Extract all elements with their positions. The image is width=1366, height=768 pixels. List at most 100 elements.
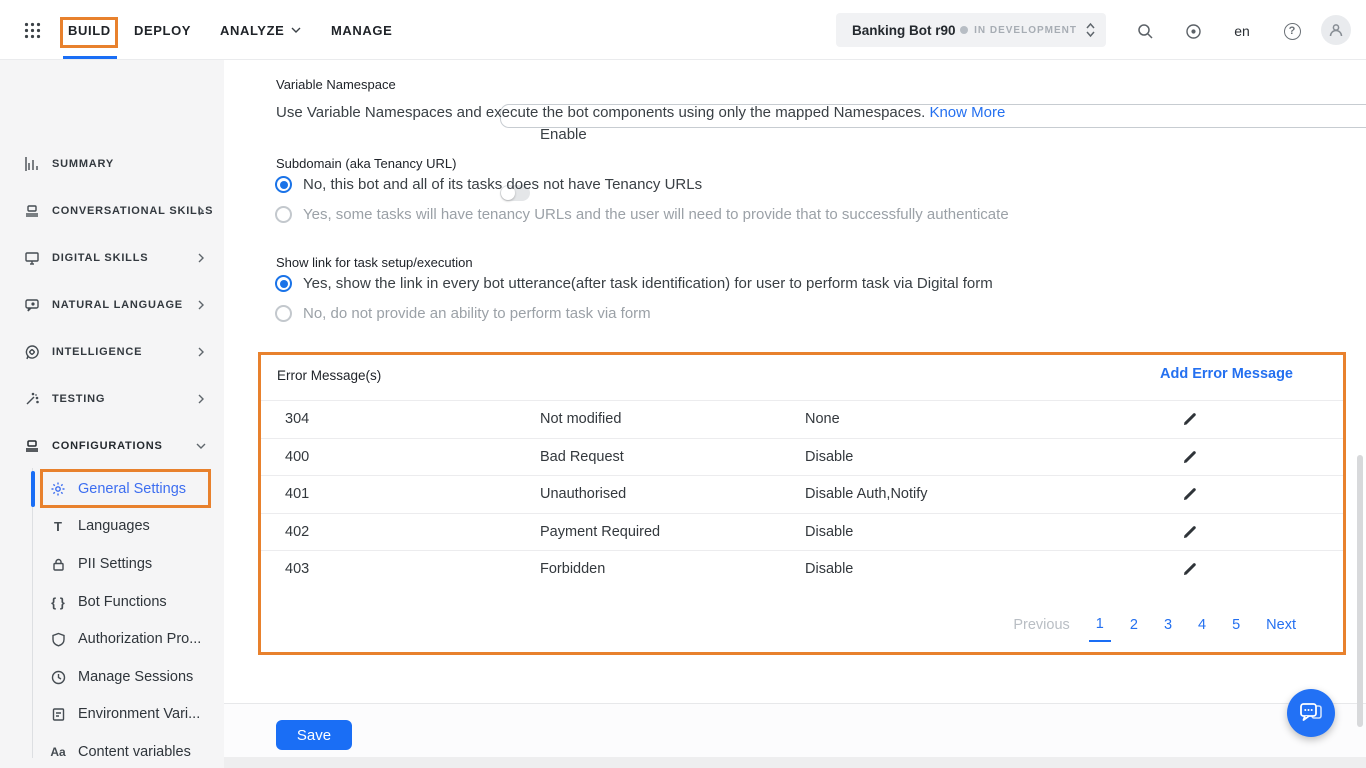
pagination-previous[interactable]: Previous xyxy=(1013,617,1069,633)
sidebar-item-intelligence[interactable]: INTELLIGENCE xyxy=(0,328,224,375)
chevron-right-icon xyxy=(196,300,206,310)
sidebar-item-conversational-skills[interactable]: CONVERSATIONAL SKILLS xyxy=(0,187,224,234)
chat-fab-button[interactable] xyxy=(1287,689,1335,737)
error-name: Not modified xyxy=(540,411,621,427)
chevron-down-icon xyxy=(291,25,301,35)
sort-chevrons-icon xyxy=(1085,22,1096,38)
subdomain-label: Subdomain (aka Tenancy URL) xyxy=(276,156,456,171)
main-content: Variable Namespace Use Variable Namespac… xyxy=(224,60,1366,768)
search-icon[interactable] xyxy=(1134,20,1156,42)
sidebar-item-languages[interactable]: T Languages xyxy=(0,507,224,545)
know-more-link[interactable]: Know More xyxy=(929,104,1005,121)
sidebar-item-manage-sessions[interactable]: Manage Sessions xyxy=(0,658,224,696)
subdomain-option-no[interactable]: No, this bot and all of its tasks does n… xyxy=(275,176,702,193)
table-row: 403 Forbidden Disable xyxy=(261,550,1343,588)
app-root: Variable Namespace Use Variable Namespac… xyxy=(0,0,1366,768)
error-action: None xyxy=(805,411,840,427)
sidebar-item-testing[interactable]: TESTING xyxy=(0,375,224,422)
gear-icon xyxy=(49,480,67,498)
bar-chart-icon xyxy=(23,155,41,173)
speech-bubble-icon xyxy=(23,296,41,314)
task-link-label: Show link for task setup/execution xyxy=(276,255,473,270)
sidebar-item-environment-variables[interactable]: Environment Vari... xyxy=(0,695,224,733)
edit-pencil-icon[interactable] xyxy=(1181,523,1199,541)
edit-pencil-icon[interactable] xyxy=(1181,410,1199,428)
error-code: 401 xyxy=(285,486,309,502)
error-code: 304 xyxy=(285,411,309,427)
error-action: Disable xyxy=(805,524,853,540)
sidebar-item-authorization-profiles[interactable]: Authorization Pro... xyxy=(0,620,224,658)
task-link-option-no[interactable]: No, do not provide an ability to perform… xyxy=(275,305,651,322)
pagination: Previous 1 2 3 4 5 Next xyxy=(1013,616,1296,634)
help-icon[interactable]: ? xyxy=(1281,20,1303,42)
top-header: BUILD DEPLOY ANALYZE MANAGE Banking Bot … xyxy=(0,0,1366,60)
table-row: 400 Bad Request Disable xyxy=(261,438,1343,476)
bot-name: Banking Bot r90 xyxy=(852,23,956,38)
chevron-right-icon xyxy=(196,394,206,404)
chevron-down-icon xyxy=(196,441,206,451)
chevron-right-icon xyxy=(196,253,206,263)
sidebar-item-natural-language[interactable]: NATURAL LANGUAGE xyxy=(0,281,224,328)
avatar[interactable] xyxy=(1321,15,1351,45)
sidebar-item-summary[interactable]: SUMMARY xyxy=(0,140,224,187)
error-messages-panel: Error Message(s) Add Error Message 304 N… xyxy=(258,352,1346,655)
table-row: 402 Payment Required Disable xyxy=(261,513,1343,551)
status-dot xyxy=(960,26,968,34)
toggle-label: Enable xyxy=(540,126,587,143)
tab-analyze[interactable]: ANALYZE xyxy=(220,0,301,60)
error-code: 400 xyxy=(285,449,309,465)
tab-manage[interactable]: MANAGE xyxy=(331,0,392,60)
task-link-option-yes[interactable]: Yes, show the link in every bot utteranc… xyxy=(275,275,993,292)
edit-pencil-icon[interactable] xyxy=(1181,485,1199,503)
error-action: Disable xyxy=(805,449,853,465)
text-aa-icon: Aa xyxy=(49,743,67,761)
sidebar-item-digital-skills[interactable]: DIGITAL SKILLS xyxy=(0,234,224,281)
pagination-page-4[interactable]: 4 xyxy=(1198,617,1206,633)
error-code: 402 xyxy=(285,524,309,540)
save-button[interactable]: Save xyxy=(276,720,352,750)
error-code: 403 xyxy=(285,561,309,577)
braces-icon: { } xyxy=(49,593,67,611)
error-action: Disable xyxy=(805,561,853,577)
edit-pencil-icon[interactable] xyxy=(1181,560,1199,578)
tab-deploy[interactable]: DEPLOY xyxy=(134,0,191,60)
pagination-page-3[interactable]: 3 xyxy=(1164,617,1172,633)
pagination-next[interactable]: Next xyxy=(1266,617,1296,633)
language-selector[interactable]: en xyxy=(1231,20,1253,42)
shield-icon xyxy=(49,630,67,648)
magic-wand-icon xyxy=(23,390,41,408)
highlight-box-build xyxy=(60,17,118,48)
pagination-page-1[interactable]: 1 xyxy=(1096,616,1104,634)
apps-grid-icon[interactable] xyxy=(24,22,41,39)
chevron-right-icon xyxy=(196,347,206,357)
error-name: Forbidden xyxy=(540,561,605,577)
subdomain-option-yes[interactable]: Yes, some tasks will have tenancy URLs a… xyxy=(275,206,1009,223)
sidebar-item-pii-settings[interactable]: PII Settings xyxy=(0,545,224,583)
error-messages-title: Error Message(s) xyxy=(277,368,381,383)
variable-namespace-label: Variable Namespace xyxy=(276,77,396,92)
sidebar: SUMMARY CONVERSATIONAL SKILLS DIGITAL SK… xyxy=(0,60,224,768)
error-messages-table: 304 Not modified None 400 Bad Request Di… xyxy=(261,400,1343,588)
radio-unselected-icon xyxy=(275,305,292,322)
radio-unselected-icon xyxy=(275,206,292,223)
edit-pencil-icon[interactable] xyxy=(1181,448,1199,466)
pagination-page-2[interactable]: 2 xyxy=(1130,617,1138,633)
radio-selected-icon xyxy=(275,176,292,193)
sidebar-item-configurations[interactable]: CONFIGURATIONS xyxy=(0,422,224,469)
bot-switcher[interactable]: Banking Bot r90 IN DEVELOPMENT xyxy=(836,13,1106,47)
circle-dot-icon[interactable] xyxy=(1182,20,1204,42)
error-action: Disable Auth,Notify xyxy=(805,486,928,502)
page-bottom-strip xyxy=(224,757,1366,768)
sidebar-item-content-variables[interactable]: Aa Content variables xyxy=(0,733,224,768)
radio-selected-icon xyxy=(275,275,292,292)
error-name: Unauthorised xyxy=(540,486,626,502)
add-error-message-link[interactable]: Add Error Message xyxy=(1160,366,1293,382)
sidebar-item-general-settings[interactable]: General Settings xyxy=(0,470,224,508)
active-tab-underline xyxy=(63,56,117,59)
sidebar-item-bot-functions[interactable]: { } Bot Functions xyxy=(0,583,224,621)
chevron-right-icon xyxy=(196,206,206,216)
pagination-page-5[interactable]: 5 xyxy=(1232,617,1240,633)
vertical-scrollbar-thumb[interactable] xyxy=(1357,455,1363,727)
variable-namespace-description: Use Variable Namespaces and execute the … xyxy=(276,104,1005,121)
clock-icon xyxy=(49,668,67,686)
